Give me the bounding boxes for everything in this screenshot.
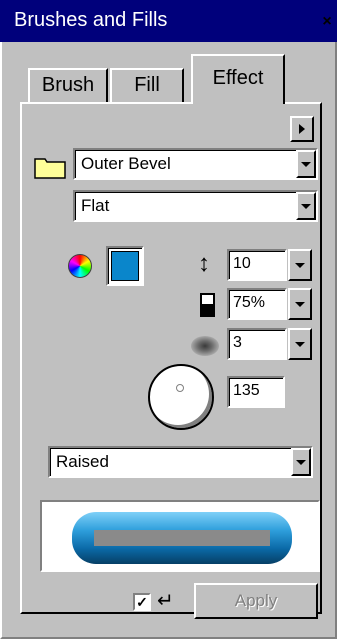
bevel-style-dropdown[interactable] xyxy=(291,448,311,476)
softness-dropdown[interactable] xyxy=(288,328,312,360)
effect-type-value: Outer Bevel xyxy=(81,154,171,173)
height-dropdown[interactable] xyxy=(288,249,312,281)
edge-type-value: Flat xyxy=(81,196,110,215)
tab-brush[interactable]: Brush xyxy=(28,68,108,104)
opacity-icon xyxy=(200,293,215,317)
angle-dial-knob[interactable] xyxy=(176,384,184,392)
color-wheel-icon[interactable] xyxy=(68,254,92,278)
opacity-dropdown[interactable] xyxy=(288,288,312,320)
color-swatch[interactable] xyxy=(106,246,144,286)
blur-icon xyxy=(191,336,219,356)
title-bar: Brushes and Fills × xyxy=(0,0,337,42)
chevron-down-icon xyxy=(295,342,305,347)
up-down-arrow-icon: ↕ xyxy=(198,250,210,277)
enter-icon: ↵ xyxy=(157,590,174,612)
window-title: Brushes and Fills xyxy=(14,9,168,31)
chevron-down-icon xyxy=(301,162,311,167)
arrow-right-icon xyxy=(299,124,305,134)
close-icon[interactable]: × xyxy=(319,14,335,30)
edge-type-dropdown[interactable] xyxy=(296,192,316,220)
opacity-input[interactable]: 75% xyxy=(227,288,287,320)
apply-button[interactable]: Apply xyxy=(194,583,318,619)
softness-input[interactable]: 3 xyxy=(227,328,287,360)
edge-type-select[interactable]: Flat xyxy=(73,190,318,222)
effect-type-dropdown[interactable] xyxy=(296,150,316,178)
height-input[interactable]: 10 xyxy=(227,249,287,281)
effect-type-select[interactable]: Outer Bevel xyxy=(73,148,318,180)
preview-bevel-shape xyxy=(72,512,292,564)
color-swatch-fill xyxy=(111,251,139,281)
angle-input[interactable]: 135 xyxy=(227,376,285,408)
chevron-down-icon xyxy=(295,302,305,307)
angle-dial-icon[interactable] xyxy=(148,364,214,430)
chevron-down-icon xyxy=(301,204,311,209)
tab-fill[interactable]: Fill xyxy=(110,68,184,104)
tab-effect[interactable]: Effect xyxy=(191,54,285,104)
bevel-style-value: Raised xyxy=(56,452,109,471)
effect-preview xyxy=(40,500,320,572)
auto-apply-checkbox[interactable]: ✓ xyxy=(133,593,151,611)
bevel-style-select[interactable]: Raised xyxy=(48,446,313,478)
folder-icon xyxy=(34,158,66,179)
chevron-down-icon xyxy=(295,263,305,268)
panel-menu-button[interactable] xyxy=(290,116,314,142)
preview-bevel-face xyxy=(94,530,270,546)
chevron-down-icon xyxy=(296,460,306,465)
